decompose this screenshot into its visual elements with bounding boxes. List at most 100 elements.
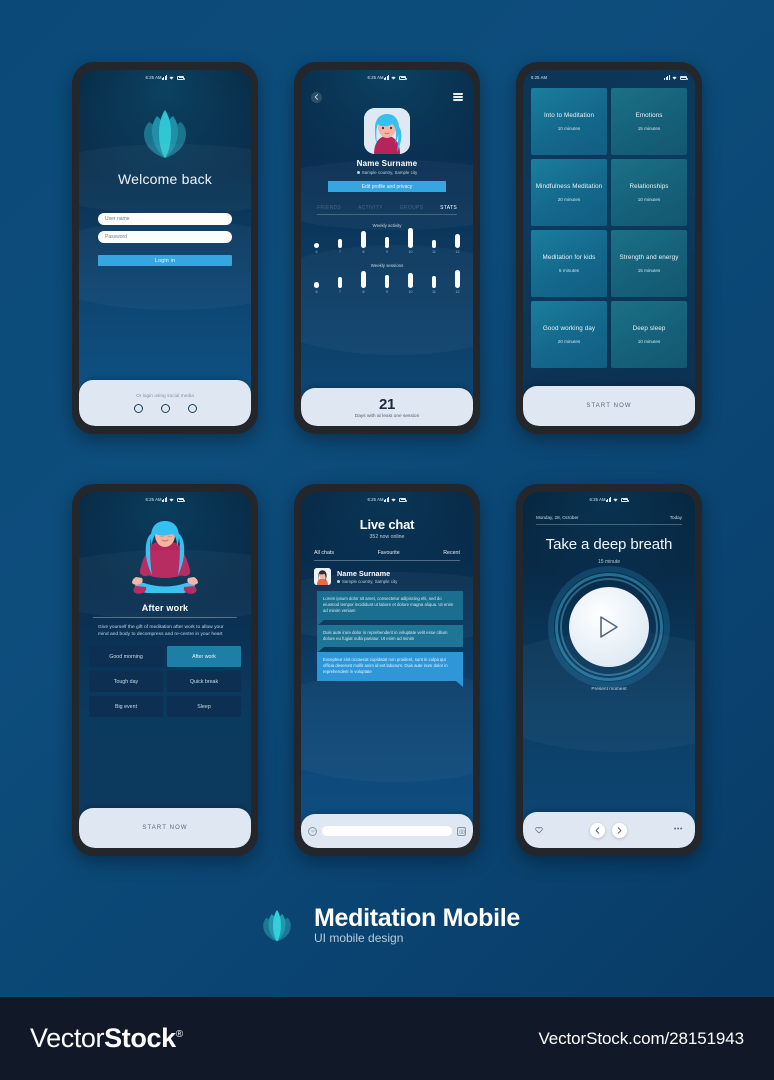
status-bar: 6:25 AM <box>138 70 193 85</box>
bar <box>455 269 460 288</box>
chat-contact[interactable]: Name Surname Sample country, Sample city <box>314 568 460 585</box>
battery-icon <box>176 497 185 502</box>
status-bar: 6:25 AM <box>523 70 695 85</box>
phone-mockups-grid: 6:25 AM Welcome back User name Password … <box>0 0 774 880</box>
bar-column: 10 <box>406 272 415 294</box>
vectorstock-logo-light: Vector <box>30 1023 105 1053</box>
wifi-icon <box>169 498 175 502</box>
tab-friends[interactable]: FRIENDS <box>317 205 341 211</box>
status-bar: 6:25 AM <box>138 492 193 507</box>
mood-option[interactable]: Big event <box>89 696 163 718</box>
brand-text: Meditation Mobile UI mobile design <box>314 905 520 946</box>
chat-message-input[interactable] <box>322 826 452 836</box>
bar <box>384 274 390 288</box>
password-input[interactable]: Password <box>98 231 232 243</box>
mood-option[interactable]: After work <box>167 646 241 668</box>
category-title: Relationships <box>629 183 669 191</box>
start-now-button[interactable]: START NOW <box>586 403 631 409</box>
chevron-left-icon <box>595 826 600 834</box>
login-button[interactable]: Login in <box>98 255 232 266</box>
page-title: After work <box>141 603 189 613</box>
breathe-player-screen: 6:25 AM Monday, 28, October Today Take a… <box>523 492 695 848</box>
player-nav-bar: ••• <box>523 812 695 848</box>
profile-topbar <box>301 87 473 107</box>
status-icons <box>383 75 407 80</box>
social-login-tray: Or login using social media <box>79 380 251 426</box>
mood-option[interactable]: Quick break <box>167 671 241 693</box>
start-now-button[interactable]: START NOW <box>142 825 187 831</box>
battery-icon <box>679 75 688 80</box>
category-card[interactable]: Meditation for kids 5 minutes <box>531 230 607 297</box>
edit-profile-button[interactable]: Edit profile and privacy <box>328 181 446 192</box>
meditation-categories-screen: 6:25 AM Into to Meditation 10 minutes Emot… <box>523 70 695 426</box>
category-title: Meditation for kids <box>542 254 596 262</box>
category-duration: 5 minutes <box>559 267 579 273</box>
category-card[interactable]: Mindfulness Meditation 20 minutes <box>531 159 607 226</box>
wifi-icon <box>391 498 397 502</box>
category-card[interactable]: Strength and energy 15 minutes <box>611 230 687 297</box>
mood-option[interactable]: Sleep <box>167 696 241 718</box>
bar <box>408 227 413 248</box>
tab-activity[interactable]: ACTIVITY <box>358 205 383 211</box>
category-card[interactable]: Good working day 20 minutes <box>531 301 607 368</box>
vectorstock-url: VectorStock.com/28151943 <box>538 1028 744 1048</box>
tab-recent[interactable]: Recent <box>443 550 460 556</box>
bar-label: 12 <box>455 290 460 294</box>
wifi-icon <box>391 76 397 80</box>
tab-favourite[interactable]: Favourite <box>378 550 400 556</box>
online-count: 352 now online <box>369 534 405 540</box>
status-icons <box>383 497 407 502</box>
bar-label: 11 <box>432 290 436 294</box>
mood-option[interactable]: Tough day <box>89 671 163 693</box>
social-button-1[interactable] <box>133 404 143 413</box>
hamburger-menu-icon[interactable] <box>453 93 463 101</box>
vectorstock-logo: VectorStock® <box>30 1023 183 1054</box>
category-card[interactable]: Into to Meditation 10 minutes <box>531 88 607 155</box>
username-input[interactable]: User name <box>98 213 232 225</box>
status-bar: 6:25 AM <box>360 70 415 85</box>
category-grid: Into to Meditation 10 minutes Emotions 15 m… <box>531 88 687 368</box>
next-button[interactable] <box>611 822 627 838</box>
weekly-sessions-title: Weekly sessions <box>370 263 404 268</box>
after-work-body: 6:25 AM After work Give yourself the gif… <box>79 492 251 818</box>
prev-next-controls <box>589 822 627 838</box>
status-icons <box>161 75 185 80</box>
play-button[interactable] <box>569 587 649 667</box>
login-body: 6:25 AM Welcome back User name Password … <box>79 70 251 390</box>
back-button[interactable] <box>311 91 322 103</box>
bar-label: 7 <box>339 250 341 254</box>
category-duration: 15 minutes <box>637 267 661 273</box>
tab-stats[interactable]: STATS <box>440 205 457 211</box>
emoji-smiley-icon[interactable] <box>308 826 317 836</box>
ellipsis-icon[interactable]: ••• <box>674 826 683 833</box>
phone-breathe: 6:25 AM Monday, 28, October Today Take a… <box>516 484 702 856</box>
meditating-woman-illustration <box>132 521 198 594</box>
phone-login: 6:25 AM Welcome back User name Password … <box>72 62 258 434</box>
bar-column: 10 <box>406 227 415 254</box>
social-button-2[interactable] <box>160 404 170 413</box>
category-card[interactable]: Relationships 10 minutes <box>611 159 687 226</box>
bar <box>431 275 437 288</box>
tab-all-chats[interactable]: All chats <box>314 550 334 556</box>
mood-option[interactable]: Good morning <box>89 646 163 668</box>
camera-icon[interactable] <box>457 826 466 836</box>
bar-label: 8 <box>362 250 365 254</box>
category-card[interactable]: Emotions 15 minutes <box>611 88 687 155</box>
status-icons <box>161 497 185 502</box>
tab-groups[interactable]: GROUPS <box>400 205 423 211</box>
breathe-body: 6:25 AM Monday, 28, October Today Take a… <box>523 492 695 822</box>
heart-icon[interactable] <box>535 826 543 834</box>
category-card[interactable]: Deep sleep 10 minutes <box>611 301 687 368</box>
bar-column: 8 <box>359 270 368 294</box>
battery-icon <box>398 75 407 80</box>
page-title: Welcome back <box>118 171 212 187</box>
prev-button[interactable] <box>589 822 605 838</box>
bar-column: 8 <box>359 230 368 254</box>
watermark-bar: VectorStock® VectorStock.com/28151943 <box>0 997 774 1080</box>
battery-icon <box>398 497 407 502</box>
streak-tray: 21 Days with at least one session <box>301 388 473 426</box>
weekly-activity-chart: 6 7 8 9 10 11 12 <box>312 227 462 254</box>
avatar <box>364 108 410 154</box>
today-label[interactable]: Today <box>670 515 682 520</box>
social-button-3[interactable] <box>187 404 197 413</box>
